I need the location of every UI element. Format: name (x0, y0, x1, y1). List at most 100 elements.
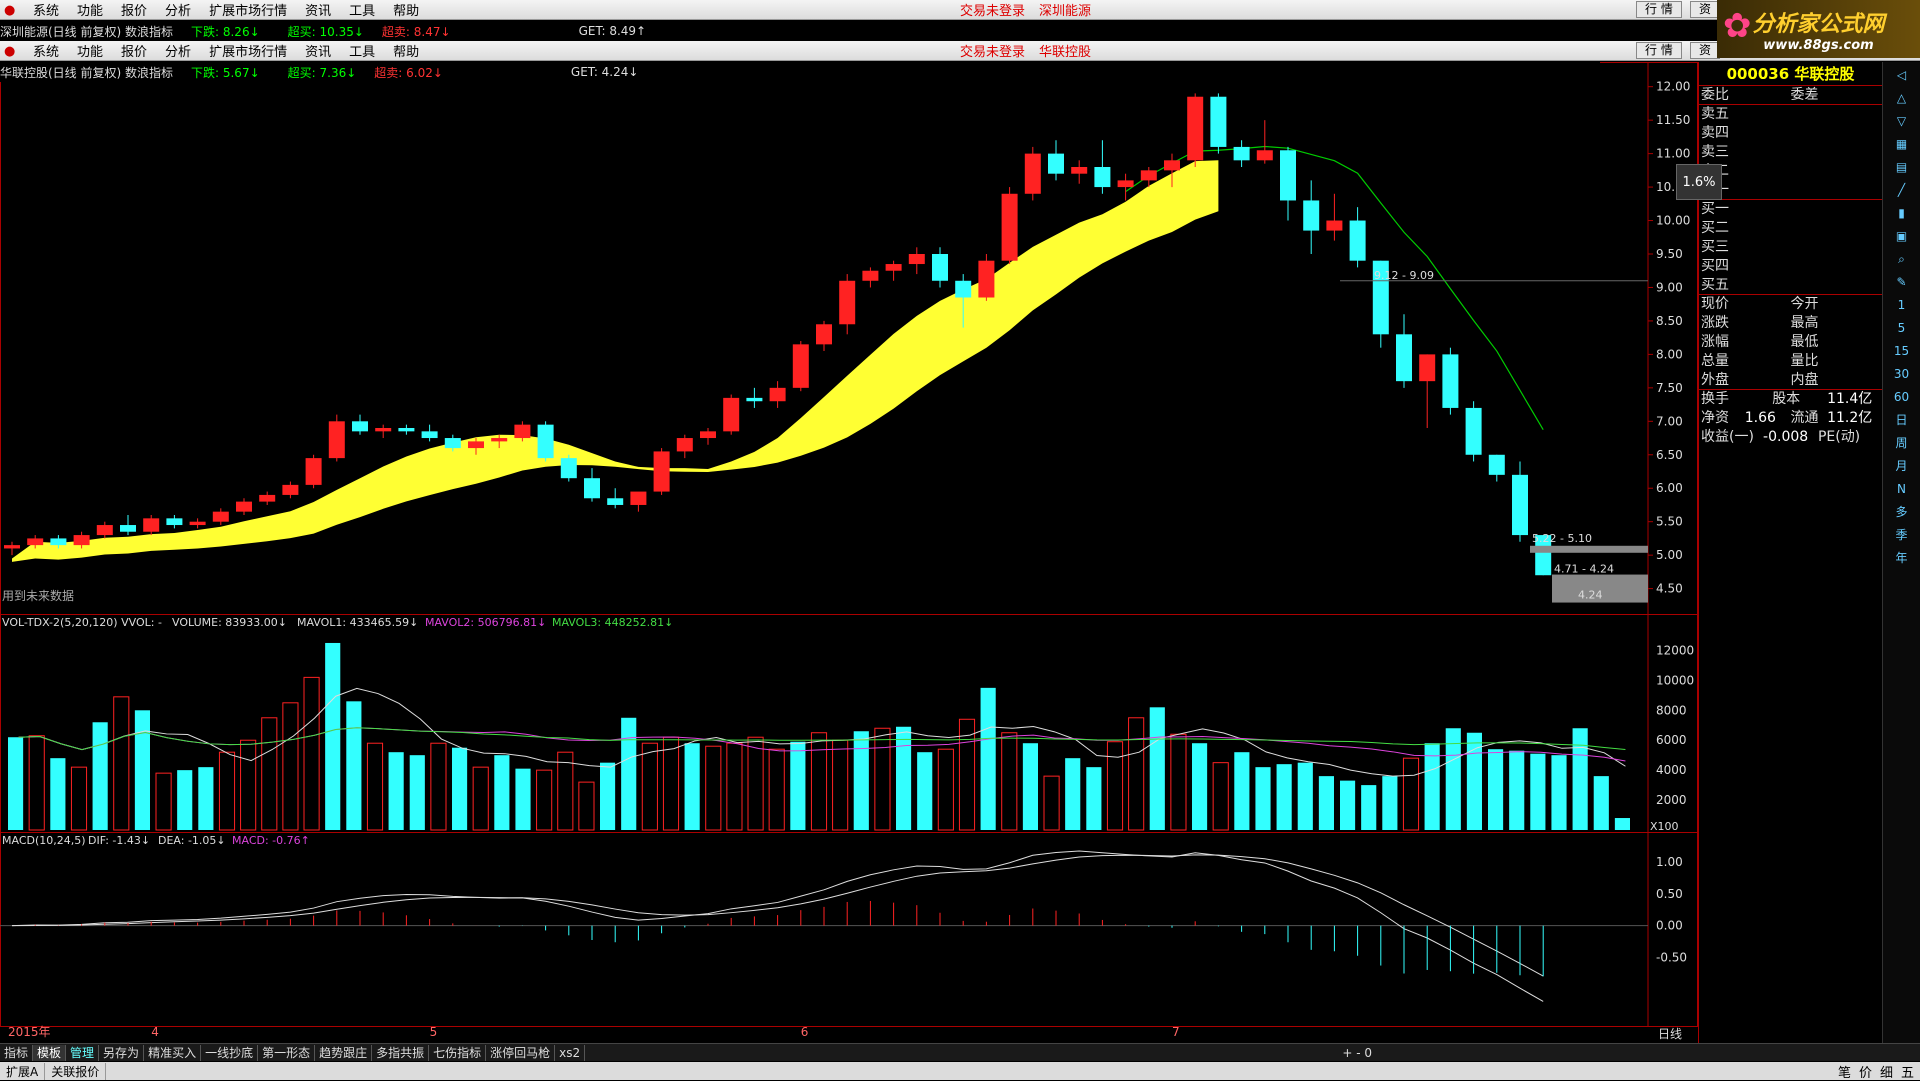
volume-bar (1572, 728, 1588, 830)
menu-quote[interactable]: 报价 (112, 0, 156, 19)
price-tick-label: 4.50 (1656, 582, 1683, 596)
candle-icon[interactable]: ▮ (1891, 204, 1913, 222)
search-icon[interactable]: ⌕ (1891, 250, 1913, 268)
volume-bar (1318, 776, 1334, 830)
tab-trend[interactable]: 趋势跟庄 (315, 1044, 373, 1061)
status-linked-quote[interactable]: 关联报价 (45, 1062, 107, 1080)
volume-bar (1614, 818, 1630, 830)
news-button[interactable]: 资 (1690, 42, 1721, 59)
tab-precise-buy[interactable]: 精准买入 (144, 1044, 202, 1061)
tab-limit-up[interactable]: 涨停回马枪 (486, 1044, 556, 1061)
price-tick-label: 6.00 (1656, 481, 1683, 495)
grid-icon[interactable]: ▦ (1891, 135, 1913, 153)
tab-template[interactable]: 模板 (33, 1044, 67, 1061)
volume-bar (726, 742, 743, 831)
news-button[interactable]: 资 (1690, 1, 1721, 18)
menu-tools[interactable]: 工具 (340, 0, 384, 19)
sell-row: 卖二 (1699, 162, 1882, 181)
period-year[interactable]: 年 (1891, 549, 1913, 567)
volume-bar (155, 772, 172, 831)
quote-label: 总量 (1701, 353, 1729, 369)
menu-analysis[interactable]: 分析 (156, 41, 200, 60)
menu-quote[interactable]: 报价 (112, 41, 156, 60)
login-status[interactable]: 交易未登录 (960, 0, 1025, 19)
panel-frame (0, 832, 1698, 1027)
price-tick-label: 5.50 (1656, 515, 1683, 529)
menu-news[interactable]: 资讯 (296, 41, 340, 60)
chart-area[interactable]: 12.0011.5011.0010.5010.009.509.008.508.0… (0, 62, 1698, 1043)
candle-body (444, 438, 461, 449)
period-30[interactable]: 30 (1891, 365, 1913, 383)
volume-bar (113, 696, 130, 831)
menu-tools[interactable]: 工具 (340, 41, 384, 60)
candle-body (885, 264, 902, 271)
volume-bar (1043, 775, 1060, 831)
menu-analysis[interactable]: 分析 (156, 0, 200, 19)
up-arrow-icon[interactable]: △ (1891, 89, 1913, 107)
stock-name: 深圳能源 (1039, 4, 1092, 19)
menu-help[interactable]: 帮助 (384, 0, 428, 19)
volume-tick-label: 6000 (1656, 733, 1687, 747)
menu-help[interactable]: 帮助 (384, 41, 428, 60)
period-week[interactable]: 周 (1891, 434, 1913, 452)
period-60[interactable]: 60 (1891, 388, 1913, 406)
status-detail[interactable]: 细 (1880, 1062, 1893, 1081)
tab-seven[interactable]: 七伤指标 (429, 1044, 487, 1061)
tab-xs2[interactable]: xs2 (555, 1044, 586, 1061)
volume-bar (70, 766, 88, 831)
pen-icon[interactable]: ✎ (1891, 273, 1913, 291)
status-price[interactable]: 价 (1859, 1062, 1872, 1081)
period-15[interactable]: 15 (1891, 342, 1913, 360)
menu-function[interactable]: 功能 (68, 0, 112, 19)
zoom-controls[interactable]: + - 0 (1342, 1046, 1372, 1060)
quote-button[interactable]: 行 情 (1636, 1, 1682, 18)
left-arrow-icon[interactable]: ◁ (1891, 66, 1913, 84)
period-5[interactable]: 5 (1891, 319, 1913, 337)
status-five[interactable]: 五 (1901, 1062, 1914, 1081)
macd-dif-line (11, 850, 1544, 1002)
volume-bar (853, 731, 869, 830)
quote-button[interactable]: 行 情 (1636, 42, 1682, 59)
volume-bar (1065, 758, 1081, 830)
tab-manage[interactable]: 管理 (66, 1044, 100, 1061)
candle-body (1233, 146, 1250, 161)
window-icon[interactable]: ▣ (1891, 227, 1913, 245)
buy-label: 买四 (1701, 258, 1729, 274)
period-day[interactable]: 日 (1891, 411, 1913, 429)
period-multi[interactable]: 多 (1891, 503, 1913, 521)
period-1[interactable]: 1 (1891, 296, 1913, 314)
menu-system[interactable]: 系统 (24, 41, 68, 60)
menu-news[interactable]: 资讯 (296, 0, 340, 19)
period-month[interactable]: 月 (1891, 457, 1913, 475)
menu-system[interactable]: 系统 (24, 0, 68, 19)
volume-bar (240, 739, 257, 831)
tab-resonance[interactable]: 多指共振 (372, 1044, 430, 1061)
period-season[interactable]: 季 (1891, 526, 1913, 544)
tab-bottom[interactable]: 一线抄底 (201, 1044, 259, 1061)
login-status[interactable]: 交易未登录 (960, 41, 1025, 60)
menu-ext-market[interactable]: 扩展市场行情 (200, 41, 296, 60)
status-tick[interactable]: 笔 (1838, 1062, 1851, 1081)
sell-label: 卖四 (1701, 125, 1729, 141)
float-label: 流通 (1790, 410, 1819, 426)
status-ext[interactable]: 扩展A (0, 1062, 46, 1080)
candle-body (27, 538, 44, 546)
menu-ext-market[interactable]: 扩展市场行情 (200, 0, 296, 19)
order-ratio-row: 委比 委差 (1699, 86, 1882, 105)
line-icon[interactable]: ╱ (1891, 181, 1913, 199)
tab-indicator[interactable]: 指标 (0, 1044, 34, 1061)
menu-function[interactable]: 功能 (68, 41, 112, 60)
tab-saveas[interactable]: 另存为 (99, 1044, 145, 1061)
main-infobar: 华联控股(日线 前复权) 数浪指标 下跌: 5.67↓ 超买: 7.36↓ 超卖… (0, 62, 1600, 82)
candle-body (1349, 220, 1366, 261)
candle-body (1164, 160, 1180, 171)
volume-bar (1276, 764, 1292, 830)
candle-body (166, 518, 183, 526)
chart-icon[interactable]: ▤ (1891, 158, 1913, 176)
price-tick-label: 9.00 (1656, 280, 1683, 294)
volume-unit: X100 (1650, 820, 1679, 833)
down-value: 下跌: 8.26↓ (191, 24, 260, 39)
down-arrow-icon[interactable]: ▽ (1891, 112, 1913, 130)
tab-first-form[interactable]: 第一形态 (258, 1044, 316, 1061)
period-n[interactable]: N (1891, 480, 1913, 498)
